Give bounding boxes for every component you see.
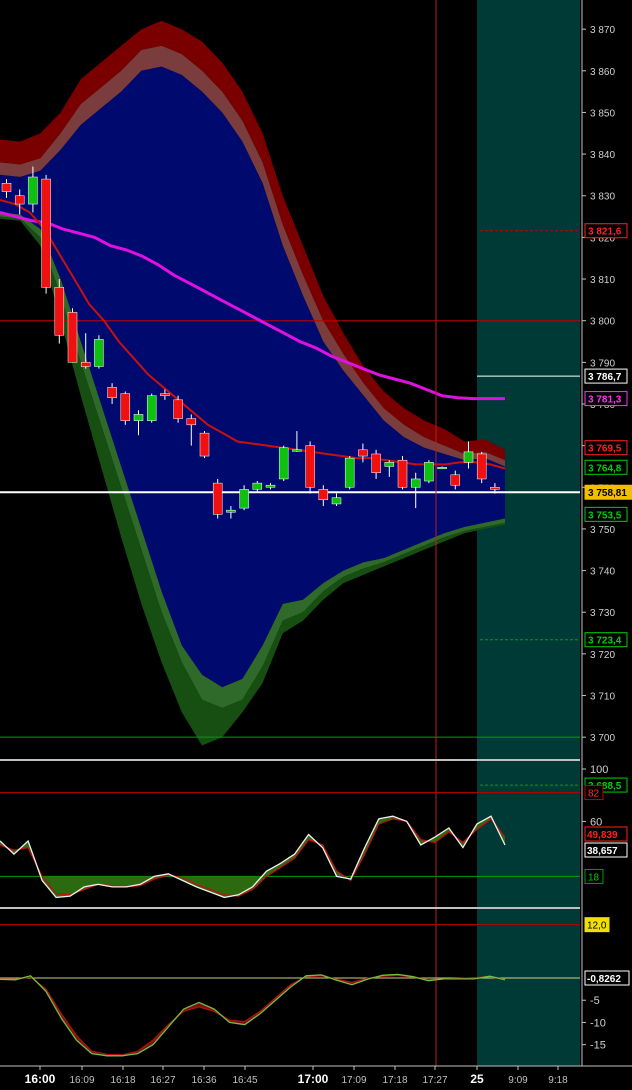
oscillator-value-label: -0,8262 (587, 974, 621, 985)
oscillator-axis-label: -5 (590, 995, 600, 1007)
time-axis-label: 17:09 (341, 1075, 366, 1086)
time-axis-label: 16:09 (69, 1075, 94, 1086)
candle-body (41, 178, 51, 288)
price-axis-label: 3 720 (590, 650, 615, 661)
price-tag-label: 3 786,7 (588, 372, 622, 383)
candle-body (358, 449, 368, 457)
oscillator-level-label: 82 (588, 789, 600, 800)
candle-body (371, 453, 381, 473)
oscillator-value-label: 49,839 (587, 830, 618, 841)
time-axis-label: 16:27 (150, 1075, 175, 1086)
candle-body (450, 474, 461, 486)
price-tag-label: 3 769,5 (588, 444, 622, 455)
candle-body (226, 509, 236, 513)
candle-body (1, 183, 12, 192)
candle-body (212, 482, 223, 515)
candle-body (67, 312, 78, 363)
oscillator-level-label: 18 (588, 872, 600, 883)
candle-body (437, 467, 447, 470)
price-axis-label: 3 790 (590, 358, 615, 369)
time-axis-label: 9:09 (508, 1075, 528, 1086)
price-axis-label: 3 750 (590, 525, 615, 536)
candle-body (107, 387, 117, 398)
price-axis-label: 3 830 (590, 192, 615, 203)
candle-body (331, 497, 342, 505)
candle-body (239, 489, 249, 509)
price-tag-label: 3 758,81 (588, 488, 627, 499)
price-tag-label: 3 764,8 (588, 463, 622, 474)
price-axis-label: 3 710 (590, 692, 615, 703)
price-tag-label: 3 723,4 (588, 636, 622, 647)
candle-body (278, 447, 289, 480)
time-axis-label: 17:27 (422, 1075, 447, 1086)
candle-body (28, 176, 38, 205)
price-axis-label: 3 860 (590, 67, 615, 78)
candle-body (80, 362, 91, 367)
candle-body (397, 459, 408, 488)
candle-body (14, 195, 25, 205)
candle-body (463, 451, 474, 463)
price-tag-label: 3 821,6 (588, 227, 622, 238)
candle-body (305, 445, 315, 488)
oscillator-value-label: 38,657 (587, 846, 618, 857)
candle-body (410, 478, 421, 488)
candle-body (94, 339, 104, 367)
candle-body (199, 432, 210, 457)
candle-body (318, 489, 329, 501)
price-axis-label: 3 840 (590, 150, 615, 161)
time-axis-label: 9:18 (548, 1075, 568, 1086)
time-axis-label: 16:00 (25, 1072, 56, 1086)
price-axis-label: 3 870 (590, 25, 615, 36)
time-axis-label: 16:45 (232, 1075, 257, 1086)
candle-body (54, 287, 65, 336)
candle-body (344, 457, 355, 488)
price-tag-label: 3 781,3 (588, 395, 622, 406)
price-axis-label: 3 700 (590, 733, 615, 744)
oscillator-axis-label: -15 (590, 1040, 606, 1052)
candle-body (186, 418, 197, 426)
candle-body (146, 395, 157, 421)
trading-chart: 3 7003 7103 7203 7303 7403 7503 7603 770… (0, 0, 632, 1090)
candle-body (252, 482, 263, 490)
price-axis-label: 3 730 (590, 608, 615, 619)
oscillator-level-label: 12,0 (587, 921, 607, 932)
time-axis-label: 17:00 (298, 1072, 329, 1086)
candle-body (490, 487, 500, 490)
candle-body (265, 484, 276, 488)
candle-body (133, 414, 144, 421)
price-axis-label: 3 850 (590, 108, 615, 119)
candle-body (292, 449, 302, 452)
future-session-shade (477, 0, 580, 1066)
price-axis-label: 3 740 (590, 567, 615, 578)
candle-body (160, 393, 170, 396)
price-tag-label: 3 753,5 (588, 510, 622, 521)
candle-body (384, 462, 395, 467)
price-axis-label: 3 800 (590, 317, 615, 328)
time-axis-label: 17:18 (382, 1075, 407, 1086)
time-axis-label: 16:18 (110, 1075, 135, 1086)
candle-body (476, 453, 487, 480)
candle-body (424, 462, 434, 482)
time-axis-label: 25 (470, 1072, 484, 1086)
candle-body (173, 399, 183, 419)
candle-body (120, 393, 131, 421)
time-axis-label: 16:36 (191, 1075, 216, 1086)
oscillator-axis-label: 100 (590, 764, 608, 776)
oscillator-axis-label: -10 (590, 1017, 606, 1029)
price-axis-label: 3 810 (590, 275, 615, 286)
